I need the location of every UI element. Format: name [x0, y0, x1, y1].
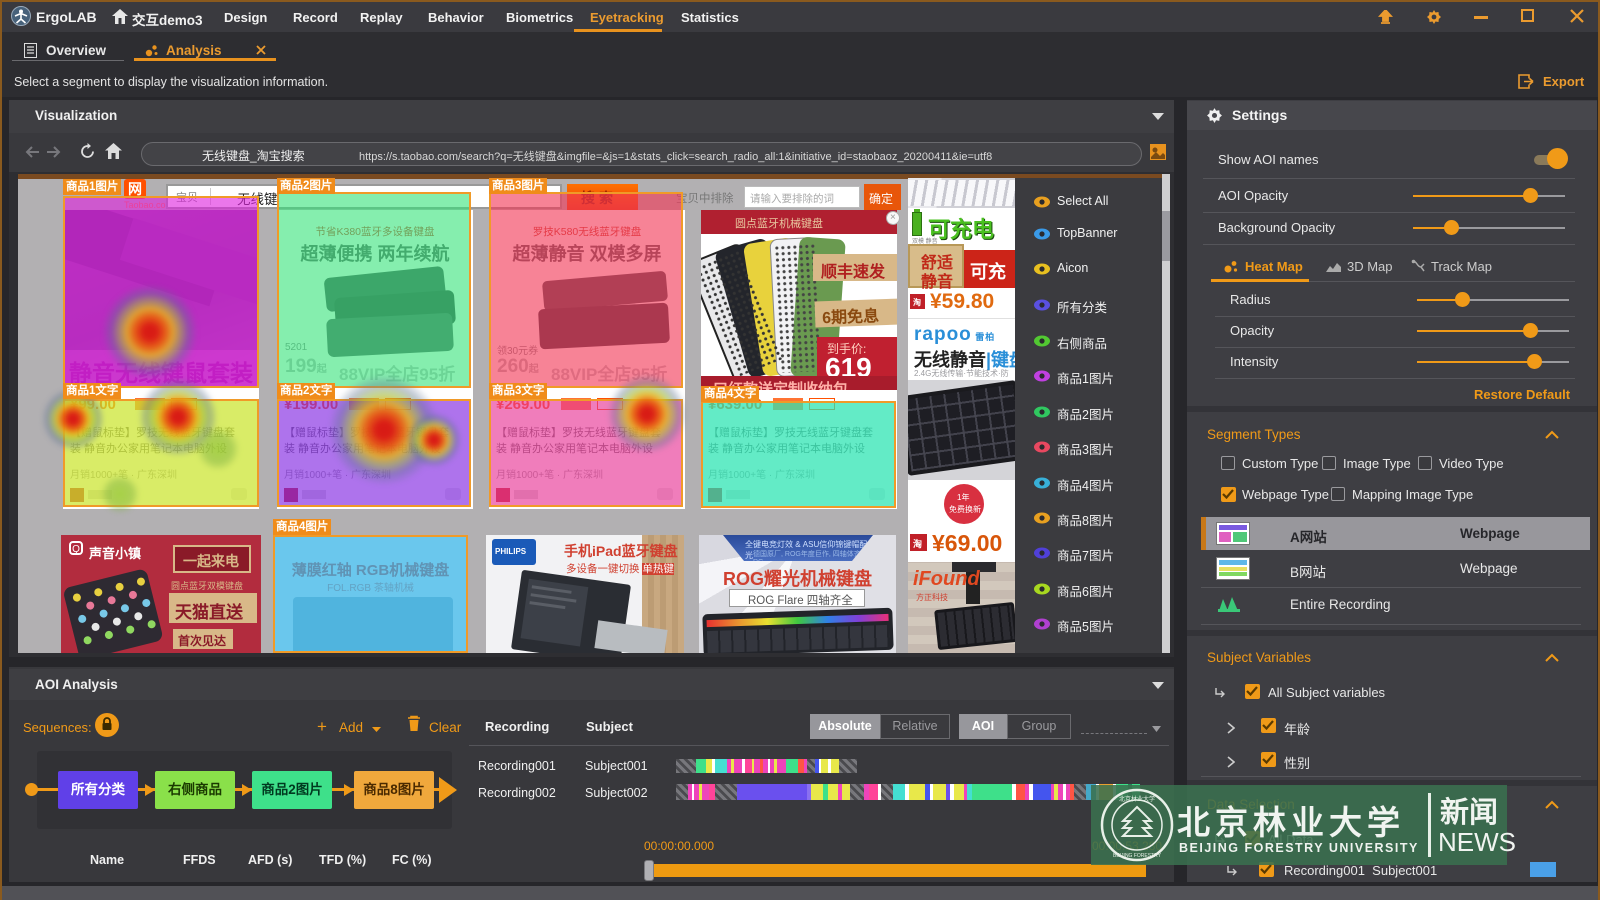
svg-text:北京林业大学: 北京林业大学 — [1119, 795, 1155, 803]
svg-text:BEIJING FORESTRY: BEIJING FORESTRY — [1113, 853, 1162, 859]
